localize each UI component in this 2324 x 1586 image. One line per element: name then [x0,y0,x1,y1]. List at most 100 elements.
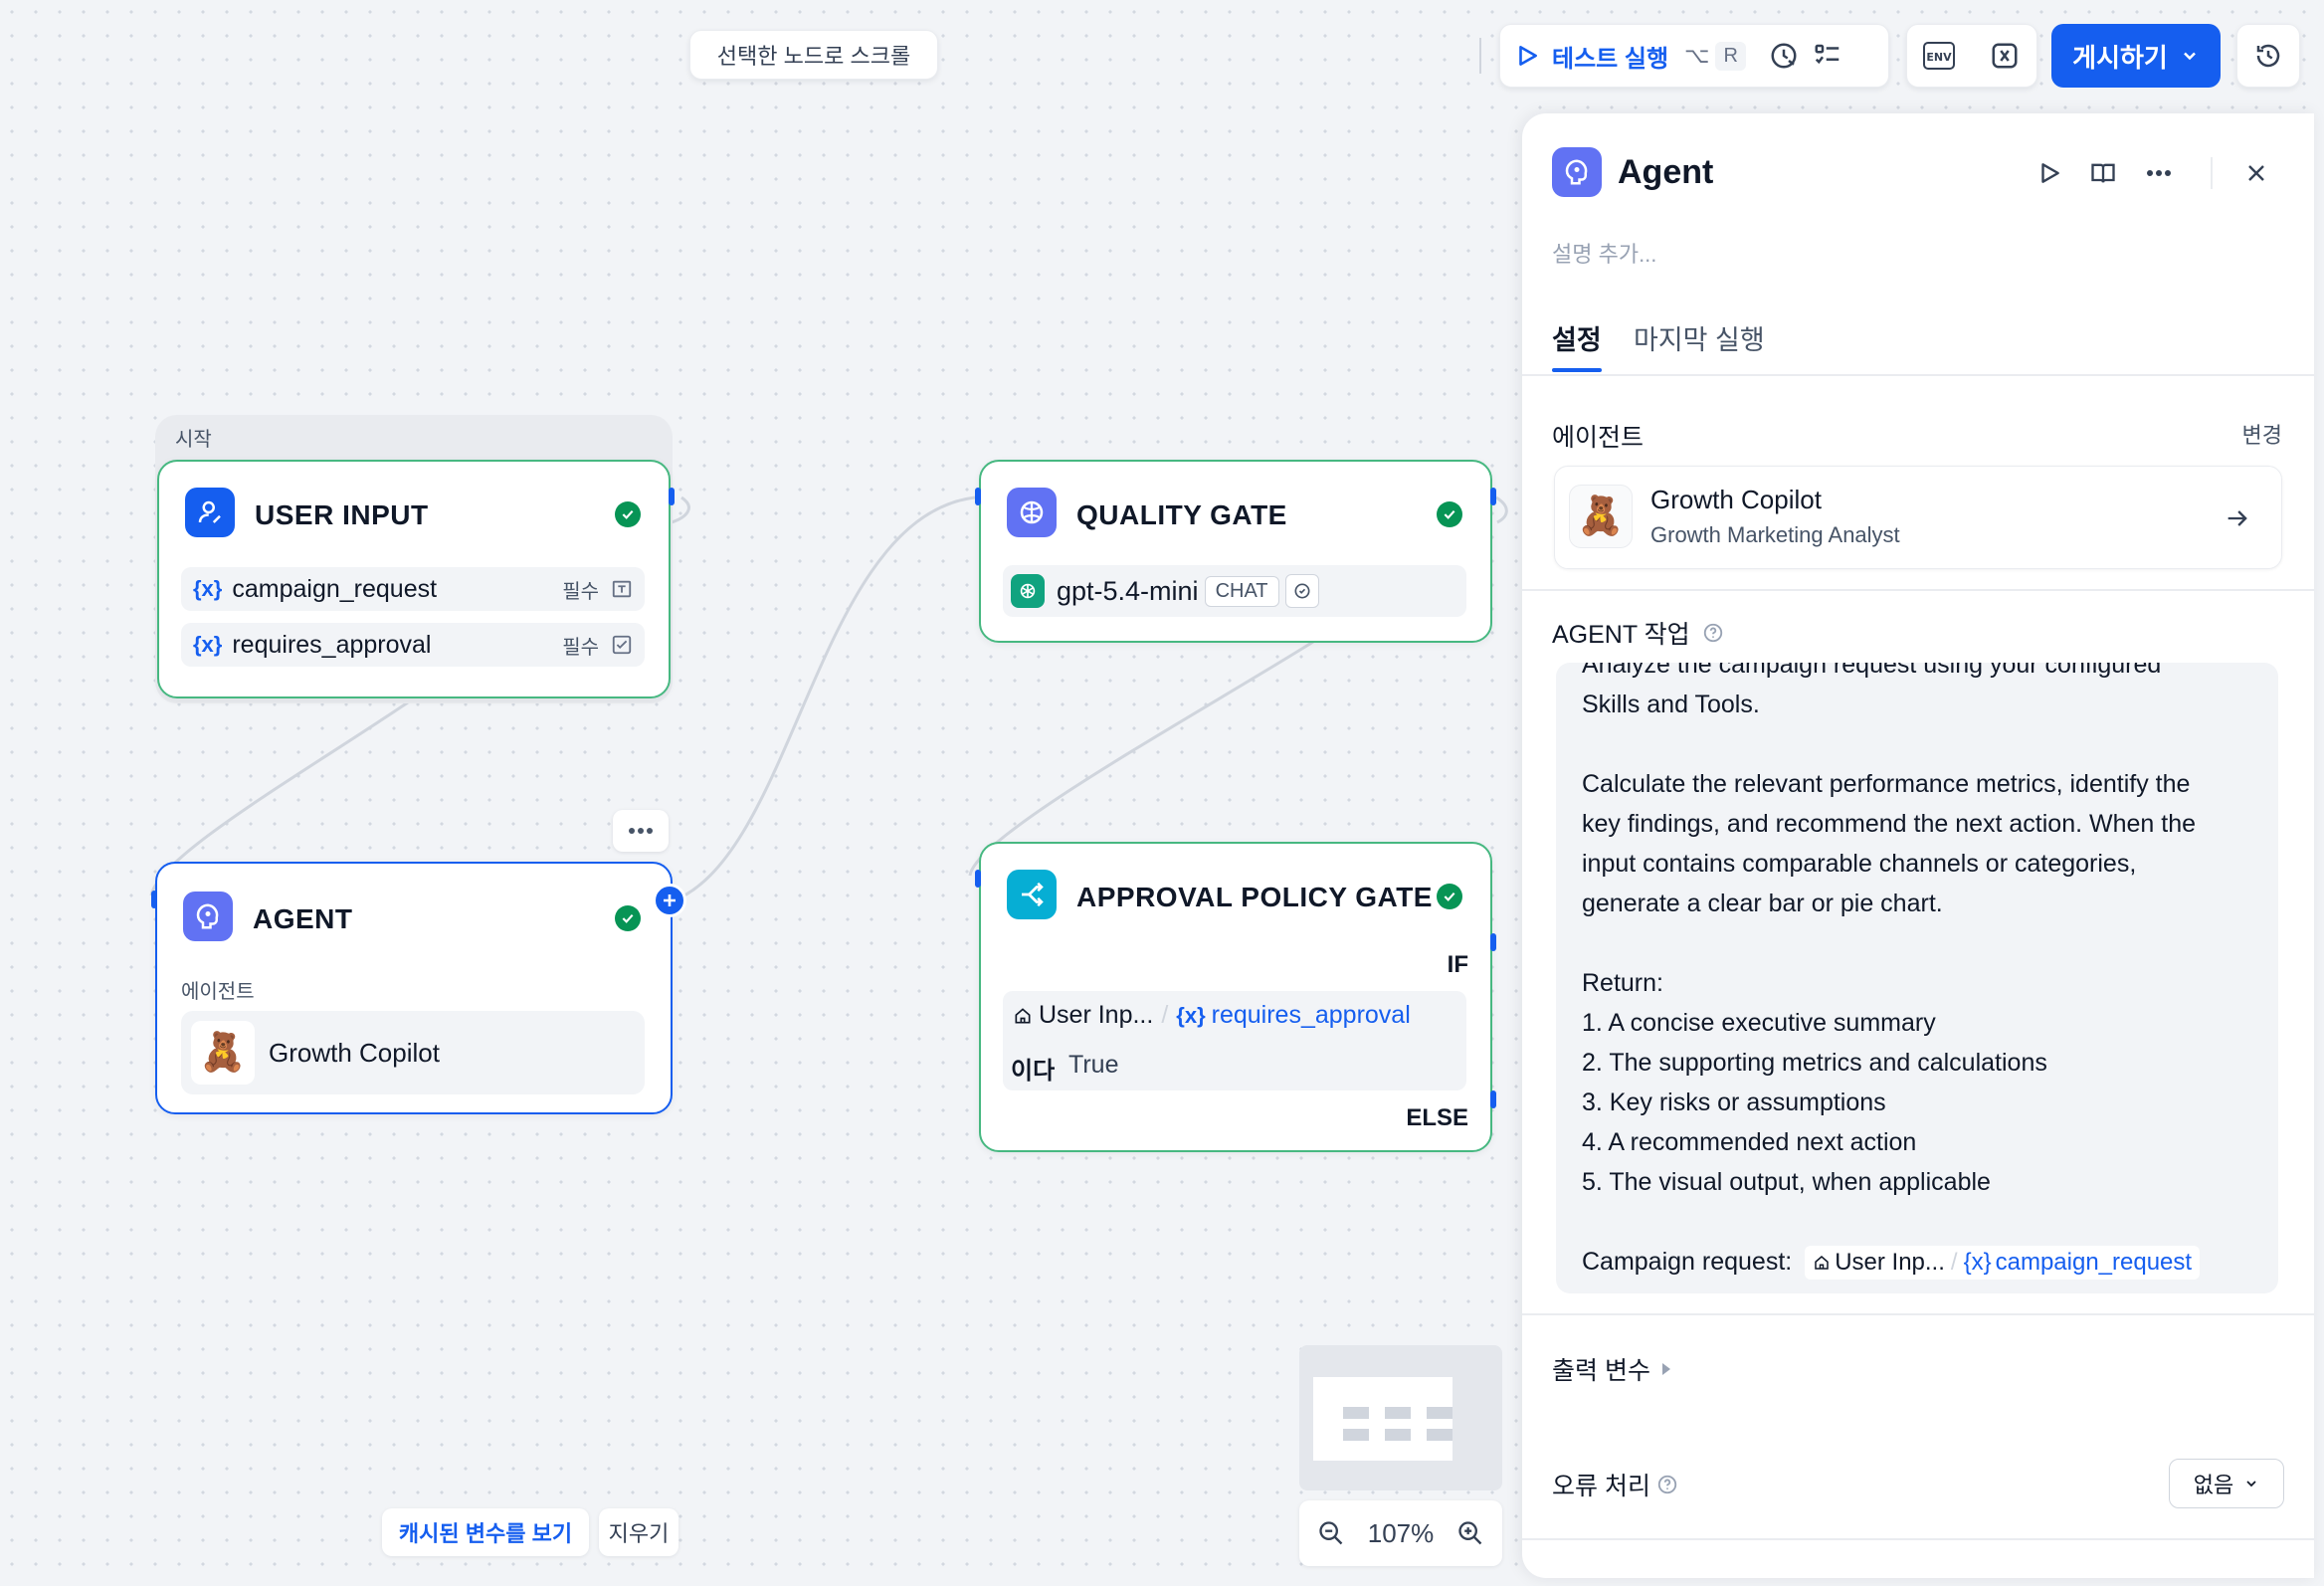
model-name: gpt-5.4-mini [1057,575,1199,606]
task-line: 5. The visual output, when applicable [1582,1168,1991,1196]
start-group-label: 시작 [175,429,212,451]
panel-more-button[interactable] [2137,151,2181,195]
agent-select-card[interactable]: 🧸 Growth Copilot Growth Marketing Analys… [1554,466,2282,569]
success-check-icon [615,905,641,931]
add-node-button[interactable] [653,884,686,917]
agent-task-label: AGENT 작업 [1552,615,1724,651]
task-line [1582,923,2252,963]
variable-reference-chip[interactable]: User Inp... / {x} campaign_request [1805,1246,2201,1281]
tab-last-run[interactable]: 마지막 실행 [1634,318,1765,357]
agent-task-textarea[interactable]: Analyze the campaign request using your … [1556,663,2278,1293]
task-text: Analyze the campaign request using your … [1582,663,2252,1242]
tab-settings[interactable]: 설정 [1552,318,1602,357]
zoom-out-icon[interactable] [1317,1519,1345,1547]
help-circle-icon [1702,622,1724,644]
task-line: 4. A recommended next action [1582,1128,1917,1156]
success-check-icon [615,501,641,527]
change-agent-link[interactable]: 변경 [2242,418,2282,450]
condition-box[interactable]: User Inp... / {x} requires_approval 이다 T… [1003,991,1466,1090]
task-line: Analyze the campaign request using your … [1582,663,2162,679]
publish-button[interactable]: 게시하기 [2051,24,2221,88]
publish-label: 게시하기 [2072,42,2168,73]
quality-gate-node[interactable]: QUALITY GATE gpt-5.4-mini CHAT [979,460,1492,643]
chevron-down-icon [2180,46,2200,66]
teddy-bear-avatar-icon: 🧸 [1569,485,1633,548]
test-run-button[interactable]: 테스트 실행 ⌥ R [1514,39,1746,74]
play-icon [2036,160,2062,186]
active-tab-indicator [1552,368,1602,372]
variable-x-icon: {x} [193,576,223,601]
model-tag: CHAT [1204,575,1279,607]
checklist-button[interactable] [1806,34,1849,78]
if-label: IF [1447,951,1468,978]
node-more-button[interactable] [613,810,669,852]
history-icon [2253,41,2283,71]
condition-separator: / [1161,1001,1169,1029]
book-icon [2089,159,2117,187]
task-line: generate a clear bar or pie chart. [1582,890,1943,917]
close-panel-button[interactable] [2234,151,2278,195]
output-handle[interactable] [669,488,675,505]
output-vars-toggle[interactable]: 출력 변수 [1552,1351,1672,1387]
error-handling-label: 오류 처리 [1552,1467,1678,1502]
minimap-viewport [1313,1377,1452,1461]
approval-gate-title: APPROVAL POLICY GATE [1076,882,1433,912]
agent-icon [1552,147,1602,197]
clear-button[interactable]: 지우기 [599,1508,678,1556]
error-handling-select[interactable]: 없음 [2169,1459,2284,1508]
cached-vars-label: 캐시된 변수를 보기 [398,1521,573,1546]
input-var-row[interactable]: {x} requires_approval 필수 [181,623,645,667]
arrow-right-icon [2224,504,2251,532]
agent-node[interactable]: AGENT 에이전트 🧸 Growth Copilot [155,862,673,1114]
task-line: 3. Key risks or assumptions [1582,1089,1886,1116]
success-check-icon [1437,501,1462,527]
more-dots-icon [2146,169,2172,177]
user-input-node[interactable]: USER INPUT {x} campaign_request 필수 {x} r… [157,460,671,698]
version-history-button[interactable] [2236,24,2300,88]
section-divider [1522,589,2314,591]
else-output-handle[interactable] [1490,1090,1496,1108]
tabs-divider [1522,374,2314,376]
teddy-bear-avatar-icon: 🧸 [191,1021,255,1085]
agent-card-role: Growth Marketing Analyst [1650,522,1900,547]
input-handle[interactable] [151,891,157,908]
description-input[interactable]: 설명 추가... [1552,237,1656,269]
play-icon [1514,43,1540,69]
minimap[interactable] [1299,1345,1502,1490]
input-handle[interactable] [975,488,981,505]
task-line: 2. The supporting metrics and calculatio… [1582,1049,2047,1077]
agent-section-label: 에이전트 [1552,424,1645,452]
task-line [1582,1202,2252,1242]
success-check-icon [1437,884,1462,909]
run-history-button[interactable] [1762,34,1806,78]
task-tail-variable: campaign_request [1995,1249,2193,1277]
option-key-glyph: ⌥ [1684,43,1710,68]
cached-vars-button[interactable]: 캐시된 변수를 보기 [382,1508,589,1556]
model-row[interactable]: gpt-5.4-mini CHAT [1003,565,1466,617]
variables-button[interactable] [1983,34,2027,78]
task-line: Skills and Tools. [1582,691,1760,718]
test-run-label: 테스트 실행 [1552,45,1669,73]
env-icon: ENV [1922,41,1956,71]
input-handle[interactable] [975,870,981,888]
output-handle[interactable] [1490,488,1496,505]
run-node-button[interactable] [2028,151,2071,195]
panel-header-divider [2211,157,2213,189]
task-line [1582,724,2252,764]
chevron-down-icon [2243,1476,2259,1491]
zoom-in-icon[interactable] [1456,1519,1484,1547]
if-output-handle[interactable] [1490,933,1496,951]
task-line: input contains comparable channels or ca… [1582,850,2137,878]
condition-variable: requires_approval [1211,1001,1411,1029]
agent-ref-card[interactable]: 🧸 Growth Copilot [181,1011,645,1094]
env-button[interactable]: ENV [1917,34,1961,78]
approval-gate-node[interactable]: APPROVAL POLICY GATE IF User Inp... / {x… [979,842,1492,1152]
docs-button[interactable] [2081,151,2125,195]
home-icon [1013,1006,1033,1026]
plus-icon [662,892,678,908]
help-circle-icon [1656,1474,1678,1495]
agent-icon [183,892,233,941]
scroll-to-selected-button[interactable]: 선택한 노드로 스크롤 [689,30,938,80]
input-var-row[interactable]: {x} campaign_request 필수 [181,567,645,611]
required-tag: 필수 [562,636,599,659]
